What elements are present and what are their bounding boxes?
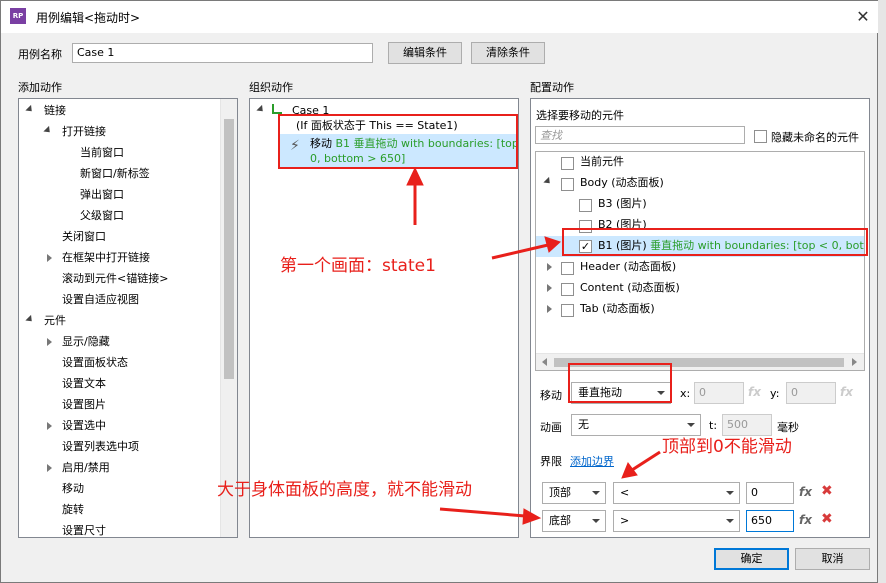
arrow-right-line [491, 243, 549, 260]
annotation-top-note: 顶部到0不能滑动 [662, 437, 792, 457]
arrow-bottom-line [439, 507, 526, 518]
arrow-down-left-line [631, 450, 661, 472]
annotation-first-screen: 第一个画面：state1 [280, 256, 436, 276]
arrow-head [522, 508, 542, 525]
arrow-head [621, 461, 638, 479]
annotation-body-note: 大于身体面板的高度，就不能滑动 [217, 480, 472, 500]
arrow-head [406, 166, 424, 186]
arrow-head [544, 236, 561, 253]
